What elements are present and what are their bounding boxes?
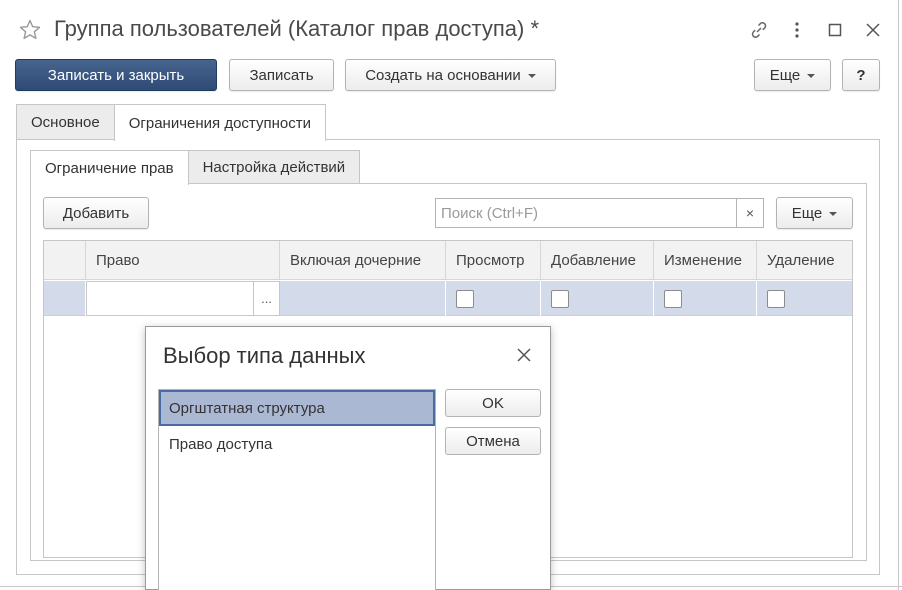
link-icon[interactable] [740, 17, 778, 43]
column-header-view[interactable]: Просмотр [446, 241, 541, 280]
create-based-on-button[interactable]: Создать на основании [345, 59, 556, 91]
dialog-title: Выбор типа данных [163, 343, 366, 368]
table-more-label: Еще [791, 204, 823, 222]
view-checkbox[interactable] [456, 289, 474, 308]
tab-rights-restriction[interactable]: Ограничение прав [30, 150, 189, 185]
help-button[interactable]: ? [842, 59, 880, 91]
select-button[interactable]: ... [253, 282, 279, 315]
add-checkbox[interactable] [551, 289, 569, 308]
add-button[interactable]: Добавить [43, 197, 149, 229]
data-type-list[interactable]: Оргштатная структура Право доступа [158, 389, 436, 590]
column-header-delete[interactable]: Удаление [757, 241, 852, 280]
outer-tabs: Основное Ограничения доступности [16, 104, 326, 141]
save-button[interactable]: Записать [229, 59, 334, 91]
dialog-close-icon[interactable] [514, 345, 534, 365]
row-marker [44, 281, 86, 316]
chevron-down-icon [829, 212, 838, 216]
search-input[interactable]: Поиск (Ctrl+F) [435, 198, 737, 228]
include-children-cell[interactable] [280, 281, 446, 316]
window-controls [740, 17, 892, 43]
right-cell-editor[interactable]: ... [86, 281, 280, 316]
column-header-add[interactable]: Добавление [541, 241, 654, 280]
column-header-edit[interactable]: Изменение [654, 241, 757, 280]
edit-cell [654, 281, 757, 316]
view-cell [446, 281, 541, 316]
inner-tabs: Ограничение прав Настройка действий [30, 150, 361, 185]
table-row[interactable]: ... [44, 281, 852, 316]
more-vertical-icon[interactable] [778, 17, 816, 43]
more-button[interactable]: Еще [754, 59, 831, 91]
table-header: Право Включая дочерние Просмотр Добавлен… [44, 241, 852, 280]
delete-cell [757, 281, 852, 316]
column-header-right[interactable]: Право [86, 241, 280, 280]
tab-availability-restrictions[interactable]: Ограничения доступности [113, 104, 326, 141]
row-marker-header [44, 241, 86, 280]
window-border-right [898, 0, 899, 590]
tab-actions-setup[interactable]: Настройка действий [187, 150, 361, 184]
chevron-down-icon [807, 74, 816, 78]
table-more-button[interactable]: Еще [776, 197, 853, 229]
chevron-down-icon [527, 74, 536, 78]
clear-search-button[interactable]: × [736, 198, 764, 228]
list-item-access-right[interactable]: Право доступа [159, 426, 435, 462]
delete-checkbox[interactable] [767, 289, 785, 308]
tab-main[interactable]: Основное [16, 104, 115, 140]
create-based-on-label: Создать на основании [365, 66, 521, 84]
edit-checkbox[interactable] [664, 289, 682, 308]
list-item-org-structure[interactable]: Оргштатная структура [159, 390, 435, 426]
save-and-close-button[interactable]: Записать и закрыть [15, 59, 217, 91]
column-header-include-children[interactable]: Включая дочерние [280, 241, 446, 280]
close-icon[interactable] [854, 17, 892, 43]
favorite-star-icon[interactable] [18, 18, 42, 42]
form-window: Группа пользователей (Каталог прав досту… [0, 0, 902, 590]
add-cell [541, 281, 654, 316]
more-label: Еще [769, 66, 801, 84]
ok-button[interactable]: OK [445, 389, 541, 417]
cancel-button[interactable]: Отмена [445, 427, 541, 455]
maximize-icon[interactable] [816, 17, 854, 43]
data-type-dialog: Выбор типа данных Оргштатная структура П… [145, 326, 551, 590]
window-title: Группа пользователей (Каталог прав досту… [54, 16, 540, 41]
